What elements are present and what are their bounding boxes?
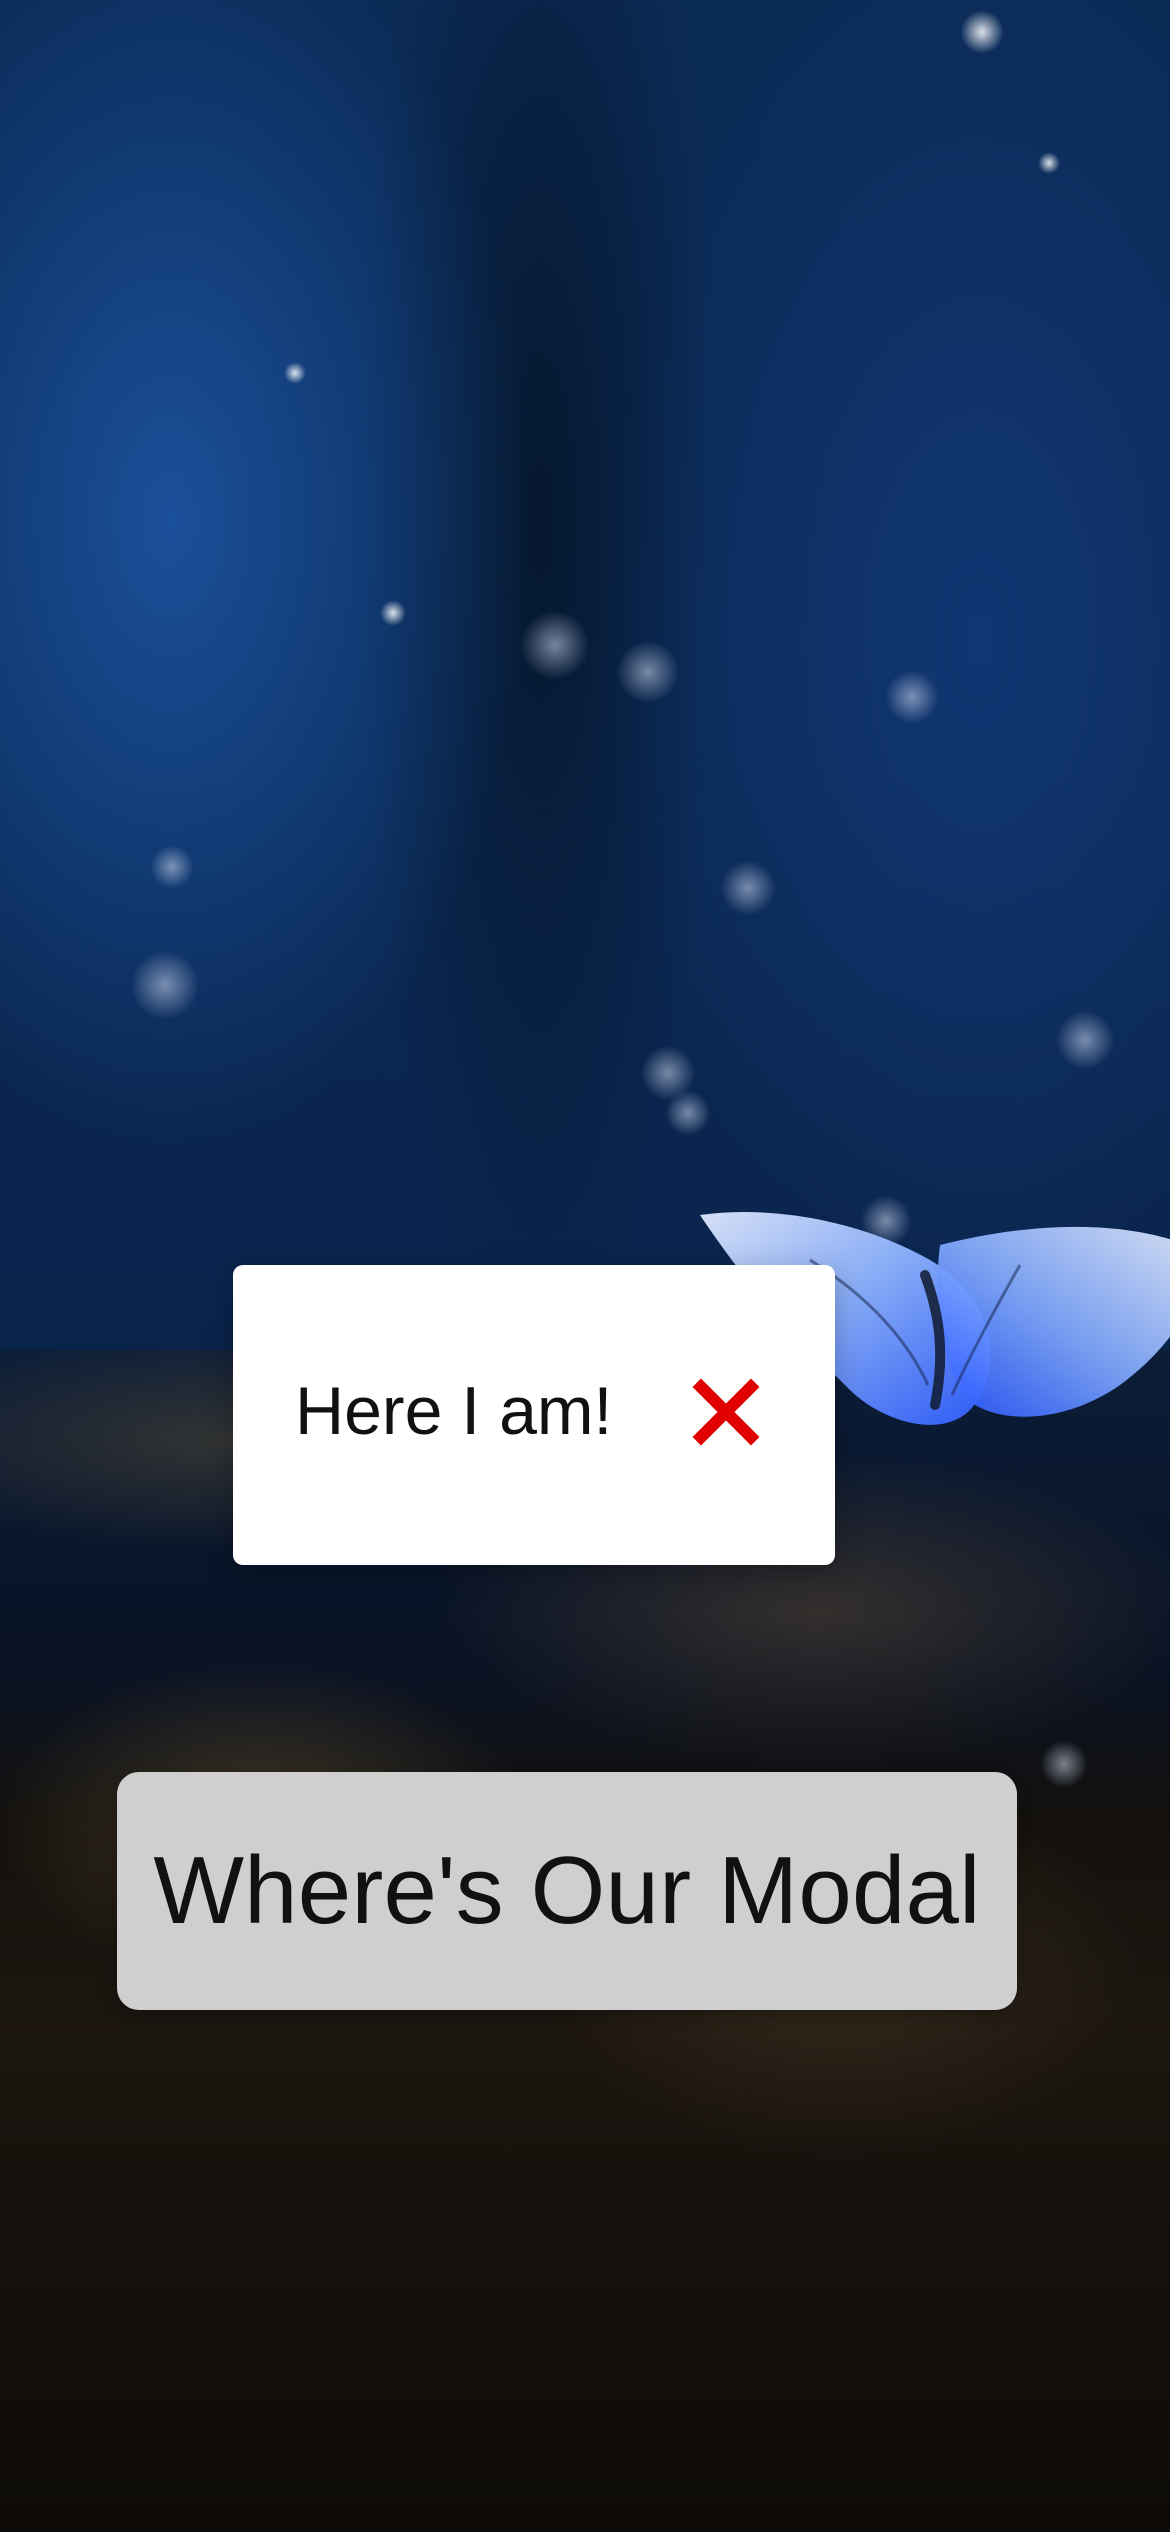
bokeh-dot [960, 10, 1004, 54]
bokeh-dot [130, 950, 200, 1020]
modal-dialog: Here I am! [233, 1265, 835, 1565]
app-screen: Here I am! Where's Our Modal [0, 0, 1170, 2532]
bokeh-dot [380, 600, 406, 626]
close-button[interactable] [691, 1377, 761, 1447]
bokeh-dot [665, 1090, 711, 1136]
bokeh-dot [1055, 1010, 1115, 1070]
bokeh-dot [150, 845, 194, 889]
modal-message: Here I am! [295, 1373, 613, 1449]
bokeh-dot [885, 670, 939, 724]
wheres-our-modal-button[interactable]: Where's Our Modal [117, 1772, 1017, 2010]
bokeh-dot [616, 640, 680, 704]
bokeh-dot [1040, 1740, 1088, 1788]
bokeh-dot [284, 362, 306, 384]
bokeh-dot [520, 610, 590, 680]
bokeh-dot [720, 860, 776, 916]
bokeh-dot [1038, 152, 1060, 174]
close-icon [692, 1378, 760, 1446]
